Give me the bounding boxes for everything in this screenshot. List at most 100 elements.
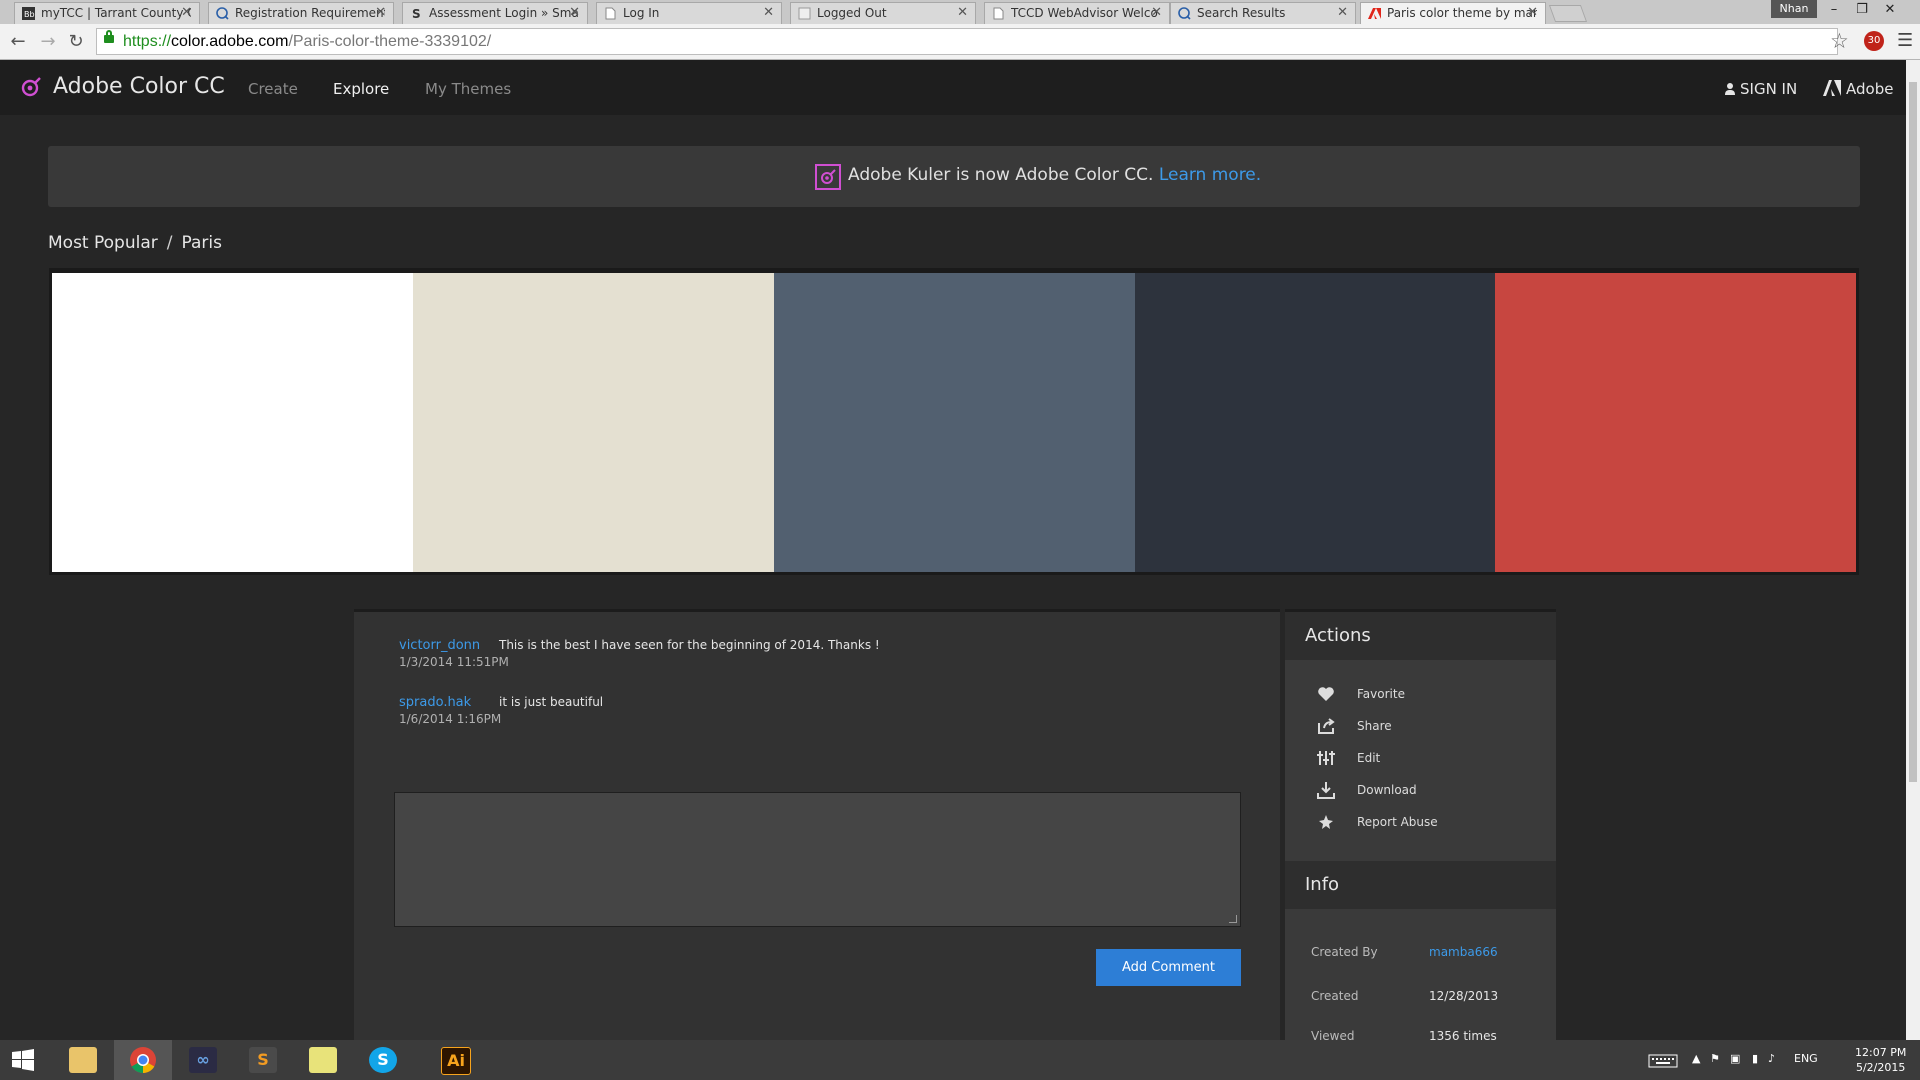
- taskbar: ∞ S S Ai ▲ ⚑ ▣ ▮ ♪ ENG 12:07 PM 5/2/2015: [0, 1040, 1920, 1080]
- browser-menu-icon[interactable]: ☰: [1897, 30, 1913, 51]
- tab-title: Search Results: [1197, 6, 1286, 20]
- taskbar-chrome[interactable]: [114, 1040, 172, 1080]
- color-swatch-3[interactable]: [774, 273, 1135, 572]
- taskbar-sticky-notes[interactable]: [294, 1040, 352, 1080]
- info-created-by: Created By mamba666: [1311, 945, 1498, 959]
- taskbar-visual-studio[interactable]: ∞: [174, 1040, 232, 1080]
- close-icon[interactable]: ✕: [1527, 3, 1538, 23]
- close-icon[interactable]: ✕: [181, 3, 192, 23]
- tab-registration[interactable]: Registration Requirement ✕: [208, 2, 394, 24]
- nav-my-themes[interactable]: My Themes: [425, 80, 511, 98]
- tab-title: Log In: [623, 6, 660, 20]
- sticky-notes-icon: [309, 1047, 337, 1073]
- comment-author[interactable]: victorr_donn: [399, 638, 509, 653]
- breadcrumb-current: Paris: [181, 233, 222, 253]
- comment-author[interactable]: sprado.hak: [399, 695, 501, 710]
- page-scrollbar[interactable]: [1906, 60, 1920, 1040]
- share-icon: [1318, 718, 1335, 734]
- language-indicator[interactable]: ENG: [1794, 1052, 1818, 1065]
- taskbar-skype[interactable]: S: [354, 1040, 412, 1080]
- close-icon[interactable]: ✕: [1337, 3, 1348, 23]
- info-value: 12/28/2013: [1429, 989, 1499, 1003]
- clock-date: 5/2/2015: [1855, 1061, 1906, 1074]
- adobe-icon: [1368, 8, 1381, 19]
- color-swatch-1[interactable]: [52, 273, 413, 572]
- tab-paris-theme[interactable]: Paris color theme by mam ✕: [1360, 2, 1546, 24]
- download-icon: [1317, 782, 1335, 799]
- system-clock[interactable]: 12:07 PM 5/2/2015: [1855, 1045, 1906, 1075]
- lock-icon: [104, 30, 114, 43]
- restore-button[interactable]: ❐: [1848, 0, 1876, 20]
- close-icon[interactable]: ✕: [375, 3, 386, 23]
- page-content: Adobe Color CC Create Explore My Themes …: [0, 60, 1906, 1040]
- back-button[interactable]: ←: [6, 30, 30, 54]
- extension-badge[interactable]: 30: [1864, 31, 1884, 51]
- comments-panel: victorr_donn 1/3/2014 11:51PM This is th…: [354, 609, 1280, 1040]
- color-swatch-4[interactable]: [1135, 273, 1495, 572]
- comment-text: This is the best I have seen for the beg…: [499, 638, 880, 652]
- minimize-button[interactable]: –: [1820, 0, 1848, 20]
- taskbar-sublime[interactable]: S: [234, 1040, 292, 1080]
- volume-icon[interactable]: ♪: [1768, 1052, 1775, 1065]
- sliders-icon: [1317, 751, 1335, 765]
- sublime-text-icon: S: [249, 1047, 277, 1073]
- close-icon[interactable]: ✕: [957, 3, 968, 23]
- browser-toolbar: ← → ↻ https://color.adobe.com/Paris-colo…: [0, 24, 1920, 60]
- report-abuse-label: Report Abuse: [1357, 815, 1438, 829]
- close-icon[interactable]: ✕: [1151, 3, 1162, 23]
- report-icon: [1319, 815, 1333, 829]
- comment-item: sprado.hak 1/6/2014 1:16PM it is just be…: [399, 695, 603, 726]
- adobe-color-logo-icon[interactable]: [20, 76, 42, 98]
- flag-icon[interactable]: ⚑: [1710, 1052, 1720, 1065]
- nav-create[interactable]: Create: [248, 80, 298, 98]
- tab-logged-out[interactable]: Logged Out ✕: [790, 2, 976, 24]
- battery-icon[interactable]: ▮: [1752, 1052, 1758, 1065]
- close-icon[interactable]: ✕: [763, 3, 774, 23]
- tab-mytcc[interactable]: Bb myTCC | Tarrant County C ✕: [14, 2, 200, 24]
- forward-button[interactable]: →: [36, 30, 60, 54]
- tab-webadvisor[interactable]: TCCD WebAdvisor Welco ✕: [984, 2, 1170, 24]
- scrollbar-thumb[interactable]: [1909, 82, 1917, 782]
- share-label: Share: [1357, 719, 1392, 733]
- profile-button[interactable]: Nhan: [1771, 0, 1817, 18]
- close-window-button[interactable]: ✕: [1876, 0, 1904, 20]
- close-icon[interactable]: ✕: [569, 3, 580, 23]
- reload-button[interactable]: ↻: [64, 30, 88, 54]
- tab-title: Paris color theme by mam: [1387, 6, 1537, 20]
- download-label: Download: [1357, 783, 1417, 797]
- tray-expand-icon[interactable]: ▲: [1692, 1052, 1700, 1065]
- blackboard-icon: Bb: [22, 7, 35, 20]
- illustrator-icon: Ai: [441, 1047, 471, 1075]
- comment-textarea[interactable]: [394, 792, 1241, 927]
- tab-title: myTCC | Tarrant County C: [41, 6, 191, 20]
- sign-in-link[interactable]: SIGN IN: [1725, 80, 1797, 98]
- smarthinking-icon: S: [412, 7, 421, 20]
- color-swatch-2[interactable]: [413, 273, 774, 572]
- info-viewed: Viewed 1356 times: [1311, 1029, 1497, 1040]
- bookmark-star-icon[interactable]: ☆: [1830, 29, 1849, 53]
- tab-strip: Bb myTCC | Tarrant County C ✕ Registrati…: [0, 0, 1920, 24]
- taskbar-file-explorer[interactable]: [54, 1040, 112, 1080]
- comment-item: victorr_donn 1/3/2014 11:51PM This is th…: [399, 638, 880, 669]
- add-comment-button[interactable]: Add Comment: [1096, 949, 1241, 986]
- learn-more-link[interactable]: Learn more.: [1159, 165, 1261, 185]
- taskbar-illustrator[interactable]: Ai: [426, 1040, 484, 1080]
- info-label: Viewed: [1311, 1029, 1355, 1040]
- tab-search-results[interactable]: Search Results ✕: [1170, 2, 1356, 24]
- favorite-label: Favorite: [1357, 687, 1405, 701]
- tab-assessment[interactable]: S Assessment Login » Smar ✕: [402, 2, 588, 24]
- creator-link[interactable]: mamba666: [1429, 945, 1498, 959]
- keyboard-icon[interactable]: [1648, 1054, 1678, 1068]
- address-bar[interactable]: https://color.adobe.com/Paris-color-them…: [96, 28, 1838, 55]
- network-icon[interactable]: ▣: [1730, 1052, 1740, 1065]
- windows-start-icon[interactable]: [12, 1049, 34, 1071]
- new-tab-button[interactable]: [1548, 5, 1588, 22]
- info-heading: Info: [1285, 861, 1556, 909]
- info-value: 1356 times: [1429, 1029, 1497, 1040]
- breadcrumb-most-popular[interactable]: Most Popular: [48, 233, 158, 253]
- color-swatch-5[interactable]: [1495, 273, 1856, 572]
- nav-explore[interactable]: Explore: [333, 80, 389, 98]
- adobe-link[interactable]: Adobe: [1823, 80, 1893, 98]
- brand-name[interactable]: Adobe Color CC: [53, 74, 225, 99]
- tab-login[interactable]: Log In ✕: [596, 2, 782, 24]
